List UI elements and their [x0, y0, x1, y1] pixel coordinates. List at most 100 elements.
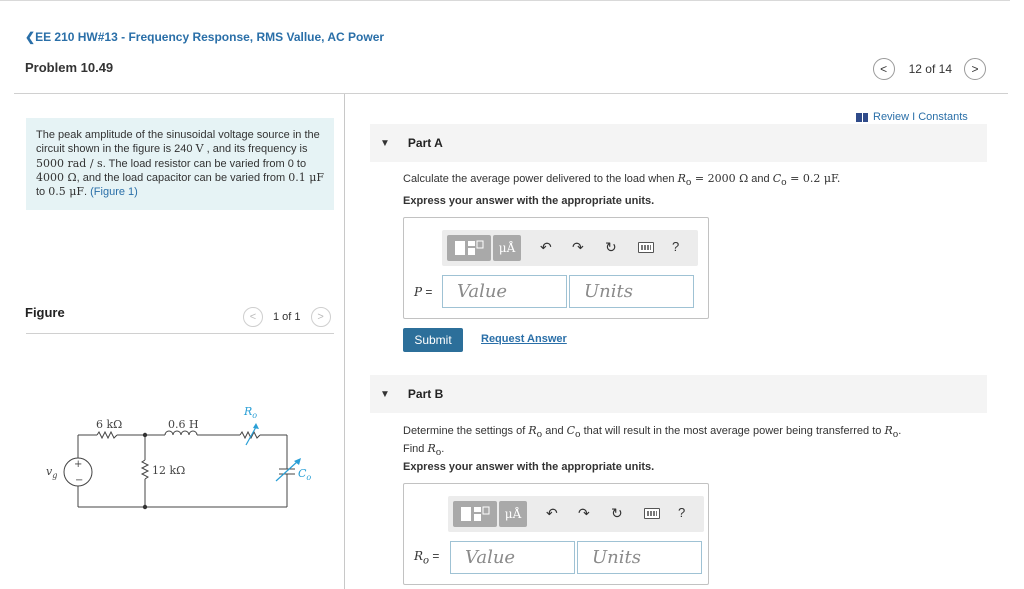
var-equals: =	[429, 548, 440, 563]
source-plus: +	[74, 459, 82, 470]
part-a-label: Part A	[407, 136, 443, 150]
label-12k: 12 kΩ	[152, 464, 185, 477]
math-var: C	[772, 172, 782, 185]
top-rule	[0, 0, 1010, 1]
units-button[interactable]: μÅ	[499, 501, 527, 527]
answer-variable-label: P =	[414, 285, 442, 299]
circuit-diagram: 6 kΩ 0.6 H 12 kΩ + − vg Ro Co	[46, 405, 311, 510]
question-text: and	[542, 425, 567, 437]
keyboard-icon[interactable]	[638, 242, 654, 253]
next-figure-button[interactable]: >	[310, 307, 331, 327]
part-a-question: Calculate the average power delivered to…	[403, 172, 840, 190]
part-a-header[interactable]: ▼ Part A	[370, 124, 987, 162]
problem-title: Problem 10.49	[25, 60, 114, 75]
arrow-head	[253, 423, 259, 429]
math-var: C	[566, 424, 576, 437]
math-var: R	[427, 442, 436, 456]
next-problem-button[interactable]: >	[964, 58, 986, 80]
label-co-sub: o	[306, 473, 311, 482]
voltage-unit: V	[195, 142, 204, 156]
capacitance-max: 0.5 μF	[48, 185, 85, 199]
part-b-header[interactable]: ▼ Part B	[370, 375, 987, 413]
question-text: Calculate the average power delivered to…	[403, 173, 678, 185]
problem-text: to	[36, 186, 49, 199]
problem-pager-text: 12 of 14	[908, 62, 952, 76]
label-0.6h: 0.6 H	[168, 418, 199, 431]
value-input[interactable]	[450, 541, 575, 574]
part-b-toolbar: μÅ ↶ ↷ ↻ ?	[448, 496, 704, 532]
junction-dot	[142, 504, 148, 510]
keyboard-icon[interactable]	[644, 508, 660, 519]
problem-text: . The load resistor can be varied from 0…	[102, 157, 307, 170]
math-co: Co	[566, 424, 581, 440]
math-ro: Ro	[528, 424, 542, 440]
question-text: .	[836, 172, 841, 185]
triangle-down-icon: ▼	[380, 388, 390, 400]
figure-pager: < 1 of 1 >	[243, 307, 331, 327]
math-ro: Ro	[884, 424, 898, 440]
column-divider	[344, 94, 345, 589]
templates-button[interactable]	[447, 235, 491, 261]
question-text: Determine the settings of	[403, 425, 529, 437]
figure-pager-text: 1 of 1	[273, 311, 301, 323]
redo-icon[interactable]: ↷	[578, 505, 590, 521]
problem-text: , and the load capacitor can be varied f…	[76, 171, 289, 184]
label-ro-main: R	[243, 405, 252, 418]
math-var: R	[677, 172, 686, 185]
undo-icon[interactable]: ↶	[540, 239, 552, 255]
figure-heading: Figure	[25, 305, 65, 320]
figure-link[interactable]: (Figure 1)	[90, 186, 138, 198]
chevron-right-icon: >	[971, 62, 979, 76]
assignment-title: EE 210 HW#13 - Frequency Response, RMS V…	[35, 30, 385, 44]
inductor	[164, 430, 198, 436]
previous-figure-button[interactable]: <	[243, 307, 263, 327]
part-a-answer-box: μÅ ↶ ↷ ↻ ? P =	[403, 217, 709, 319]
source-minus: −	[75, 475, 83, 486]
part-b-instruction: Express your answer with the appropriate…	[403, 461, 655, 473]
label-ro-sub: o	[252, 411, 257, 420]
units-button[interactable]: μÅ	[493, 235, 521, 261]
submit-button[interactable]: Submit	[403, 328, 463, 352]
var-equals: =	[422, 284, 433, 299]
units-input[interactable]	[577, 541, 702, 574]
part-a-answer-row: P =	[414, 275, 694, 308]
help-icon[interactable]: ?	[678, 505, 685, 521]
triangle-down-icon: ▼	[380, 137, 390, 149]
help-icon[interactable]: ?	[672, 239, 679, 255]
label-6k: 6 kΩ	[96, 418, 122, 431]
question-text: that will result in the most average pow…	[580, 425, 885, 437]
chevron-left-icon: ❮	[25, 30, 36, 44]
var-symbol: R	[414, 548, 424, 563]
math-var: R	[884, 424, 893, 437]
undo-icon[interactable]: ↶	[546, 505, 558, 521]
math-value: = 2000 Ω	[691, 172, 749, 185]
problem-pager: < 12 of 14 >	[872, 58, 986, 80]
templates-icon	[455, 240, 484, 255]
resistor-12k	[140, 459, 150, 480]
reset-icon[interactable]: ↻	[605, 239, 617, 255]
templates-button[interactable]	[453, 501, 497, 527]
request-answer-link[interactable]: Request Answer	[481, 333, 567, 345]
chevron-left-icon: <	[249, 311, 257, 323]
chevron-left-icon: <	[880, 62, 888, 76]
math-co: Co = 0.2 μF	[772, 172, 837, 188]
value-input[interactable]	[442, 275, 567, 308]
breadcrumb-back-link[interactable]: ❮EE 210 HW#13 - Frequency Response, RMS …	[25, 30, 384, 44]
part-a-toolbar: μÅ ↶ ↷ ↻ ?	[442, 230, 698, 266]
label-co: Co	[298, 467, 311, 482]
frequency-value: 5000 rad / s	[36, 156, 103, 170]
review-constants-link[interactable]: Review I Constants	[856, 111, 968, 123]
previous-problem-button[interactable]: <	[872, 58, 895, 80]
units-input[interactable]	[569, 275, 694, 308]
resistance-max: 4000 Ω	[36, 170, 77, 184]
question-text: .	[898, 425, 902, 437]
reset-icon[interactable]: ↻	[611, 505, 623, 521]
question-text: .	[441, 443, 445, 456]
redo-icon[interactable]: ↷	[572, 239, 584, 255]
resistor-6k	[96, 430, 118, 440]
math-ro: Ro	[427, 442, 441, 458]
label-vg-sub: g	[52, 471, 57, 480]
problem-statement: The peak amplitude of the sinusoidal vol…	[26, 118, 334, 210]
var-symbol: P	[414, 284, 423, 299]
figure-divider	[26, 333, 334, 334]
